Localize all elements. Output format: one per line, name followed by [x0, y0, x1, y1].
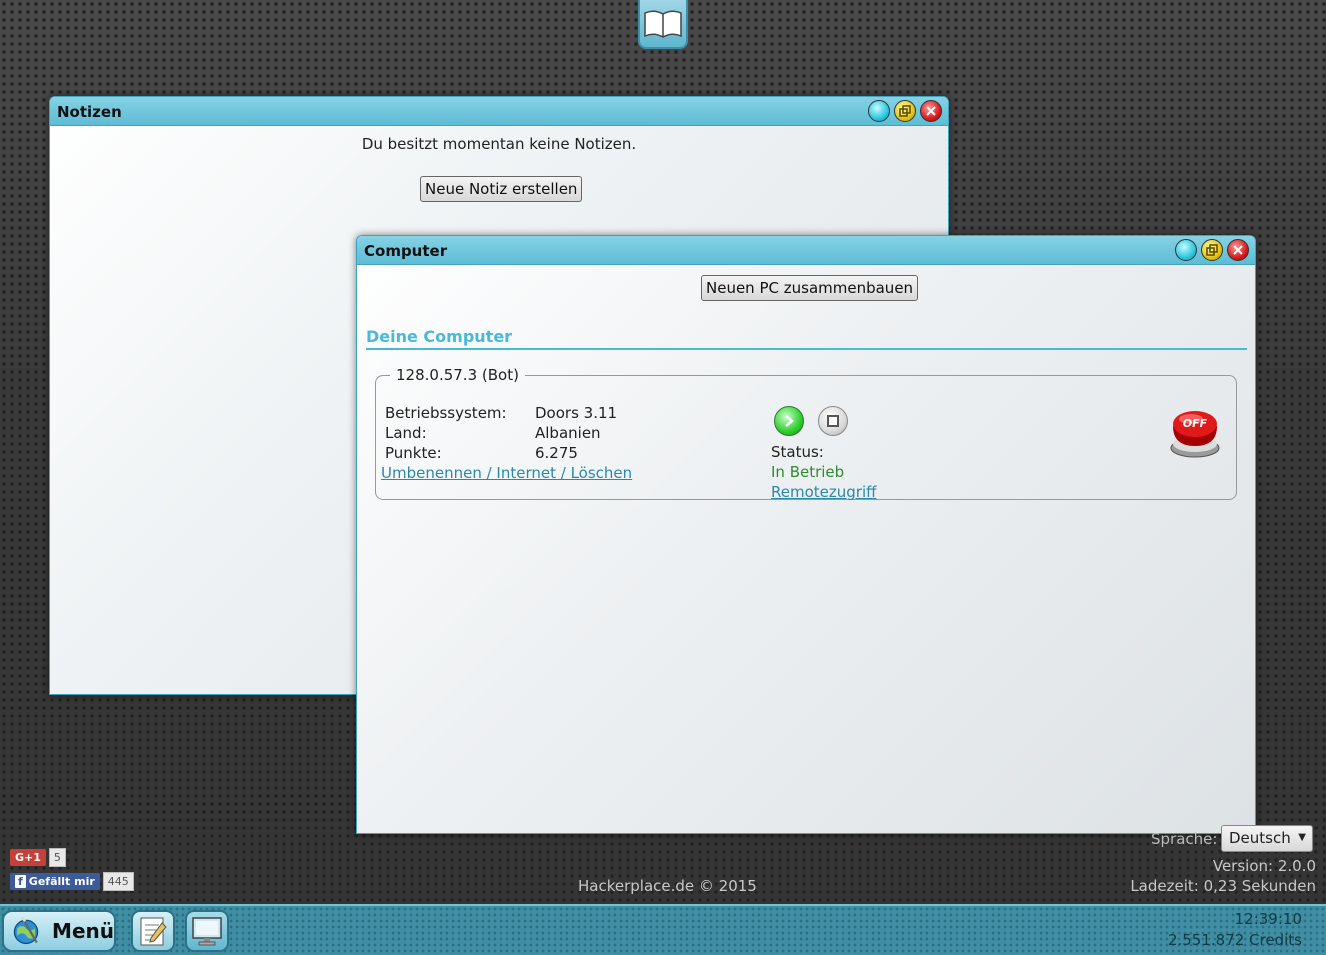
maximize-button[interactable]	[894, 100, 916, 122]
power-off-icon: OFF	[1170, 411, 1220, 458]
close-icon	[926, 106, 936, 116]
gplus-count: 5	[48, 848, 66, 867]
os-label: Betriebssystem:	[385, 404, 507, 422]
start-menu-button[interactable]: Menü	[2, 910, 116, 952]
copyright: Hackerplace.de © 2015	[578, 877, 757, 895]
facebook-widget[interactable]: f Gefällt mir 445	[10, 872, 134, 891]
gplus-button[interactable]: G+1	[10, 849, 46, 866]
stop-button[interactable]	[818, 406, 848, 436]
facebook-count: 445	[102, 872, 134, 891]
new-note-button[interactable]: Neue Notiz erstellen	[420, 176, 583, 202]
facebook-like-label: Gefällt mir	[28, 875, 95, 888]
load-time-text: Ladezeit: 0,23 Sekunden	[1130, 877, 1316, 895]
build-pc-button[interactable]: Neuen PC zusammenbauen	[701, 275, 919, 301]
pc-card: 128.0.57.3 (Bot) Betriebssystem: Doors 3…	[375, 366, 1237, 501]
status-label: Status:	[771, 443, 824, 461]
os-value: Doors 3.11	[535, 404, 618, 422]
close-button[interactable]	[1227, 239, 1249, 261]
notes-empty-message: Du besitzt momentan keine Notizen.	[361, 135, 637, 153]
taskbar-computer-button[interactable]	[185, 910, 229, 952]
power-off-button[interactable]: OFF	[1167, 404, 1223, 460]
book-icon	[644, 10, 682, 38]
computer-window[interactable]: Computer Neuen PC zusammenbauen Deine Co…	[356, 235, 1256, 834]
points-label: Punkte:	[385, 444, 442, 462]
restore-icon	[899, 105, 911, 117]
computer-titlebar[interactable]: Computer	[357, 236, 1255, 265]
language-value: Deutsch	[1229, 829, 1291, 847]
language-label: Sprache:	[1151, 830, 1218, 848]
version-text: Version: 2.0.0	[1212, 857, 1316, 875]
remote-access-link[interactable]: Remotezugriff	[771, 483, 876, 501]
facebook-icon: f	[15, 875, 26, 888]
close-icon	[1233, 245, 1243, 255]
status-value: In Betrieb	[771, 463, 845, 481]
power-off-label: OFF	[1183, 417, 1208, 430]
globe-icon	[13, 916, 39, 945]
stop-icon	[827, 415, 839, 427]
language-select[interactable]: Deutsch ▼	[1221, 825, 1313, 852]
gplus-widget[interactable]: G+1 5	[10, 848, 66, 867]
notes-titlebar[interactable]: Notizen	[50, 97, 948, 126]
taskbar: Menü 12:39:10 2.551.872 Credits	[0, 904, 1326, 955]
start-button[interactable]	[774, 406, 804, 436]
country-value: Albanien	[535, 424, 601, 442]
window-title: Notizen	[57, 103, 122, 121]
pc-legend: 128.0.57.3 (Bot)	[396, 366, 519, 384]
notepad-icon	[140, 917, 167, 946]
window-title: Computer	[364, 242, 448, 260]
dropdown-arrow-icon: ▼	[1298, 832, 1306, 843]
pc-actions-link[interactable]: Umbenennen / Internet / Löschen	[381, 464, 632, 482]
section-title: Deine Computer	[366, 327, 1247, 350]
country-label: Land:	[385, 424, 427, 442]
minimize-button[interactable]	[1175, 239, 1197, 261]
monitor-icon	[192, 917, 222, 946]
clock: 12:39:10	[1234, 910, 1302, 928]
points-value: 6.275	[535, 444, 578, 462]
taskbar-notes-button[interactable]	[131, 910, 175, 952]
maximize-button[interactable]	[1201, 239, 1223, 261]
top-dock-book[interactable]	[638, 0, 688, 49]
credits: 2.551.872 Credits	[1167, 931, 1302, 949]
minimize-button[interactable]	[868, 100, 890, 122]
facebook-like-button[interactable]: f Gefällt mir	[10, 873, 100, 890]
menu-label: Menü	[52, 919, 114, 943]
close-button[interactable]	[920, 100, 942, 122]
restore-icon	[1206, 244, 1218, 256]
play-icon	[785, 415, 794, 427]
